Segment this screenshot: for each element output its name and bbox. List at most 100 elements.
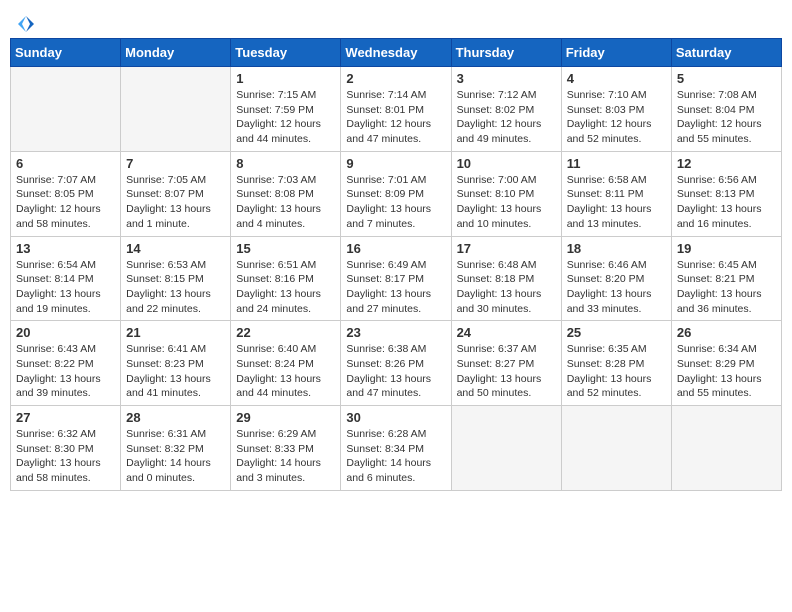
day-info: Sunrise: 7:01 AM Sunset: 8:09 PM Dayligh… xyxy=(346,173,445,232)
calendar-cell: 12 Sunrise: 6:56 AM Sunset: 8:13 PM Dayli… xyxy=(671,151,781,236)
calendar-cell: 10Sunrise: 7:00 AM Sunset: 8:10 PM Dayli… xyxy=(451,151,561,236)
calendar-cell: 19 Sunrise: 6:45 AM Sunset: 8:21 PM Dayli… xyxy=(671,236,781,321)
day-info: Sunrise: 6:41 AM Sunset: 8:23 PM Dayligh… xyxy=(126,342,225,401)
day-header-saturday: Saturday xyxy=(671,39,781,67)
calendar-cell: 22Sunrise: 6:40 AM Sunset: 8:24 PM Dayli… xyxy=(231,321,341,406)
day-number: 12 xyxy=(677,156,776,171)
calendar-cell: 21 Sunrise: 6:41 AM Sunset: 8:23 PM Dayli… xyxy=(121,321,231,406)
logo xyxy=(14,14,36,30)
day-info: Sunrise: 6:48 AM Sunset: 8:18 PM Dayligh… xyxy=(457,258,556,317)
calendar-cell xyxy=(561,406,671,491)
day-number: 6 xyxy=(16,156,115,171)
day-info: Sunrise: 7:03 AM Sunset: 8:08 PM Dayligh… xyxy=(236,173,335,232)
calendar-cell: 25Sunrise: 6:35 AM Sunset: 8:28 PM Dayli… xyxy=(561,321,671,406)
calendar-cell: 9 Sunrise: 7:01 AM Sunset: 8:09 PM Daylig… xyxy=(341,151,451,236)
day-number: 4 xyxy=(567,71,666,86)
calendar-cell: 4 Sunrise: 7:10 AM Sunset: 8:03 PM Daylig… xyxy=(561,67,671,152)
day-info: Sunrise: 6:53 AM Sunset: 8:15 PM Dayligh… xyxy=(126,258,225,317)
day-header-monday: Monday xyxy=(121,39,231,67)
day-info: Sunrise: 6:34 AM Sunset: 8:29 PM Dayligh… xyxy=(677,342,776,401)
logo-icon xyxy=(16,14,36,34)
day-number: 20 xyxy=(16,325,115,340)
calendar-cell: 26 Sunrise: 6:34 AM Sunset: 8:29 PM Dayli… xyxy=(671,321,781,406)
day-info: Sunrise: 6:43 AM Sunset: 8:22 PM Dayligh… xyxy=(16,342,115,401)
day-number: 29 xyxy=(236,410,335,425)
day-info: Sunrise: 6:28 AM Sunset: 8:34 PM Dayligh… xyxy=(346,427,445,486)
day-info: Sunrise: 6:40 AM Sunset: 8:24 PM Dayligh… xyxy=(236,342,335,401)
day-info: Sunrise: 6:56 AM Sunset: 8:13 PM Dayligh… xyxy=(677,173,776,232)
day-number: 25 xyxy=(567,325,666,340)
day-number: 21 xyxy=(126,325,225,340)
calendar-cell: 5 Sunrise: 7:08 AM Sunset: 8:04 PM Daylig… xyxy=(671,67,781,152)
calendar-cell: 7Sunrise: 7:05 AM Sunset: 8:07 PM Daylig… xyxy=(121,151,231,236)
day-info: Sunrise: 7:10 AM Sunset: 8:03 PM Dayligh… xyxy=(567,88,666,147)
day-number: 5 xyxy=(677,71,776,86)
day-header-wednesday: Wednesday xyxy=(341,39,451,67)
day-number: 19 xyxy=(677,241,776,256)
day-header-friday: Friday xyxy=(561,39,671,67)
day-number: 23 xyxy=(346,325,445,340)
day-number: 17 xyxy=(457,241,556,256)
calendar-cell: 20 Sunrise: 6:43 AM Sunset: 8:22 PM Dayli… xyxy=(11,321,121,406)
day-number: 2 xyxy=(346,71,445,86)
calendar-cell: 28 Sunrise: 6:31 AM Sunset: 8:32 PM Dayli… xyxy=(121,406,231,491)
day-info: Sunrise: 6:38 AM Sunset: 8:26 PM Dayligh… xyxy=(346,342,445,401)
calendar-cell: 29 Sunrise: 6:29 AM Sunset: 8:33 PM Dayli… xyxy=(231,406,341,491)
day-number: 24 xyxy=(457,325,556,340)
calendar-header-row: SundayMondayTuesdayWednesdayThursdayFrid… xyxy=(11,39,782,67)
week-row-5: 27 Sunrise: 6:32 AM Sunset: 8:30 PM Dayli… xyxy=(11,406,782,491)
day-header-thursday: Thursday xyxy=(451,39,561,67)
calendar-cell: 11 Sunrise: 6:58 AM Sunset: 8:11 PM Dayli… xyxy=(561,151,671,236)
day-number: 14 xyxy=(126,241,225,256)
day-info: Sunrise: 7:08 AM Sunset: 8:04 PM Dayligh… xyxy=(677,88,776,147)
week-row-4: 20 Sunrise: 6:43 AM Sunset: 8:22 PM Dayli… xyxy=(11,321,782,406)
calendar-cell: 2 Sunrise: 7:14 AM Sunset: 8:01 PM Daylig… xyxy=(341,67,451,152)
calendar-cell: 13 Sunrise: 6:54 AM Sunset: 8:14 PM Dayli… xyxy=(11,236,121,321)
week-row-2: 6 Sunrise: 7:07 AM Sunset: 8:05 PM Daylig… xyxy=(11,151,782,236)
calendar-cell xyxy=(121,67,231,152)
day-number: 15 xyxy=(236,241,335,256)
page-header xyxy=(10,10,782,30)
calendar-cell: 30 Sunrise: 6:28 AM Sunset: 8:34 PM Dayli… xyxy=(341,406,451,491)
day-number: 30 xyxy=(346,410,445,425)
day-info: Sunrise: 6:51 AM Sunset: 8:16 PM Dayligh… xyxy=(236,258,335,317)
calendar-cell: 18 Sunrise: 6:46 AM Sunset: 8:20 PM Dayli… xyxy=(561,236,671,321)
day-number: 10 xyxy=(457,156,556,171)
day-number: 7 xyxy=(126,156,225,171)
calendar-cell xyxy=(11,67,121,152)
day-info: Sunrise: 6:45 AM Sunset: 8:21 PM Dayligh… xyxy=(677,258,776,317)
calendar-cell: 24 Sunrise: 6:37 AM Sunset: 8:27 PM Dayli… xyxy=(451,321,561,406)
day-info: Sunrise: 6:54 AM Sunset: 8:14 PM Dayligh… xyxy=(16,258,115,317)
day-info: Sunrise: 6:46 AM Sunset: 8:20 PM Dayligh… xyxy=(567,258,666,317)
calendar-cell: 14 Sunrise: 6:53 AM Sunset: 8:15 PM Dayli… xyxy=(121,236,231,321)
day-info: Sunrise: 6:58 AM Sunset: 8:11 PM Dayligh… xyxy=(567,173,666,232)
calendar-cell: 6 Sunrise: 7:07 AM Sunset: 8:05 PM Daylig… xyxy=(11,151,121,236)
day-info: Sunrise: 6:37 AM Sunset: 8:27 PM Dayligh… xyxy=(457,342,556,401)
day-number: 16 xyxy=(346,241,445,256)
day-info: Sunrise: 7:07 AM Sunset: 8:05 PM Dayligh… xyxy=(16,173,115,232)
day-info: Sunrise: 6:31 AM Sunset: 8:32 PM Dayligh… xyxy=(126,427,225,486)
day-number: 26 xyxy=(677,325,776,340)
day-number: 11 xyxy=(567,156,666,171)
calendar-body: 1 Sunrise: 7:15 AM Sunset: 7:59 PM Daylig… xyxy=(11,67,782,491)
week-row-1: 1 Sunrise: 7:15 AM Sunset: 7:59 PM Daylig… xyxy=(11,67,782,152)
day-header-tuesday: Tuesday xyxy=(231,39,341,67)
calendar-cell: 17 Sunrise: 6:48 AM Sunset: 8:18 PM Dayli… xyxy=(451,236,561,321)
day-number: 28 xyxy=(126,410,225,425)
day-info: Sunrise: 6:49 AM Sunset: 8:17 PM Dayligh… xyxy=(346,258,445,317)
calendar-cell xyxy=(451,406,561,491)
calendar-cell: 15 Sunrise: 6:51 AM Sunset: 8:16 PM Dayli… xyxy=(231,236,341,321)
day-number: 18 xyxy=(567,241,666,256)
calendar-cell: 3Sunrise: 7:12 AM Sunset: 8:02 PM Daylig… xyxy=(451,67,561,152)
day-info: Sunrise: 6:32 AM Sunset: 8:30 PM Dayligh… xyxy=(16,427,115,486)
day-number: 1 xyxy=(236,71,335,86)
day-info: Sunrise: 7:15 AM Sunset: 7:59 PM Dayligh… xyxy=(236,88,335,147)
day-number: 3 xyxy=(457,71,556,86)
day-info: Sunrise: 6:29 AM Sunset: 8:33 PM Dayligh… xyxy=(236,427,335,486)
day-number: 9 xyxy=(346,156,445,171)
day-info: Sunrise: 7:14 AM Sunset: 8:01 PM Dayligh… xyxy=(346,88,445,147)
calendar-cell: 23 Sunrise: 6:38 AM Sunset: 8:26 PM Dayli… xyxy=(341,321,451,406)
day-number: 27 xyxy=(16,410,115,425)
day-number: 13 xyxy=(16,241,115,256)
calendar-table: SundayMondayTuesdayWednesdayThursdayFrid… xyxy=(10,38,782,491)
